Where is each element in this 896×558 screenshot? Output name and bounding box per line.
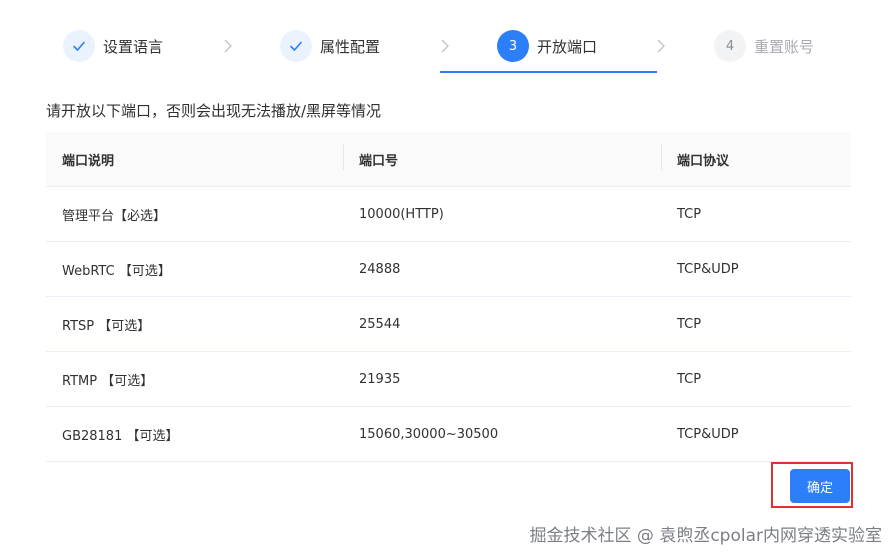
port-protocol: TCP	[677, 316, 702, 332]
table-row: RTMP 【可选】 21935 TCP	[46, 352, 851, 407]
chevron-right-icon	[224, 39, 232, 53]
port-protocol: TCP	[677, 206, 702, 222]
step-number: 4	[714, 30, 746, 62]
step-label: 设置语言	[103, 37, 164, 56]
active-step-indicator	[440, 71, 657, 73]
confirm-button[interactable]: 确定	[790, 469, 850, 503]
check-icon	[280, 30, 312, 62]
port-protocol: TCP&UDP	[677, 426, 739, 442]
step-label: 开放端口	[537, 37, 598, 56]
port-notice: 请开放以下端口，否则会出现无法播放/黑屏等情况	[46, 102, 382, 120]
port-description: GB28181 【可选】	[62, 428, 179, 444]
ports-table: 端口说明 端口号 端口协议 管理平台【必选】 10000(HTTP) TCP W…	[46, 132, 851, 462]
table-row: 管理平台【必选】 10000(HTTP) TCP	[46, 187, 851, 242]
port-description: 管理平台【必选】	[62, 208, 167, 224]
header-port-protocol: 端口协议	[661, 143, 851, 170]
chevron-right-icon	[441, 39, 449, 53]
port-number: 24888	[359, 261, 401, 277]
port-number: 21935	[359, 371, 401, 387]
port-description: WebRTC 【可选】	[62, 263, 171, 279]
step-label: 重置账号	[754, 37, 815, 56]
step-attribute-config[interactable]: 属性配置	[280, 30, 380, 62]
table-row: RTSP 【可选】 25544 TCP	[46, 297, 851, 352]
table-header: 端口说明 端口号 端口协议	[46, 132, 851, 187]
table-row: GB28181 【可选】 15060,30000~30500 TCP&UDP	[46, 407, 851, 462]
port-number: 10000(HTTP)	[359, 206, 444, 222]
steps-bar: 设置语言 属性配置 3 开放端口 4 重置账号	[0, 0, 896, 74]
step-label: 属性配置	[320, 37, 381, 56]
port-description: RTMP 【可选】	[62, 373, 154, 389]
watermark: 掘金技术社区 @ 袁煦丞cpolar内网穿透实验室	[529, 526, 882, 546]
step-open-ports[interactable]: 3 开放端口	[497, 30, 597, 62]
check-icon	[63, 30, 95, 62]
port-description: RTSP 【可选】	[62, 318, 151, 334]
step-reset-account[interactable]: 4 重置账号	[714, 30, 814, 62]
port-protocol: TCP	[677, 371, 702, 387]
step-number: 3	[497, 30, 529, 62]
port-number: 15060,30000~30500	[359, 426, 499, 442]
step-set-language[interactable]: 设置语言	[63, 30, 163, 62]
port-number: 25544	[359, 316, 401, 332]
port-protocol: TCP&UDP	[677, 261, 739, 277]
header-port-description: 端口说明	[62, 153, 115, 169]
header-port-number: 端口号	[343, 143, 661, 170]
table-row: WebRTC 【可选】 24888 TCP&UDP	[46, 242, 851, 297]
chevron-right-icon	[657, 39, 665, 53]
